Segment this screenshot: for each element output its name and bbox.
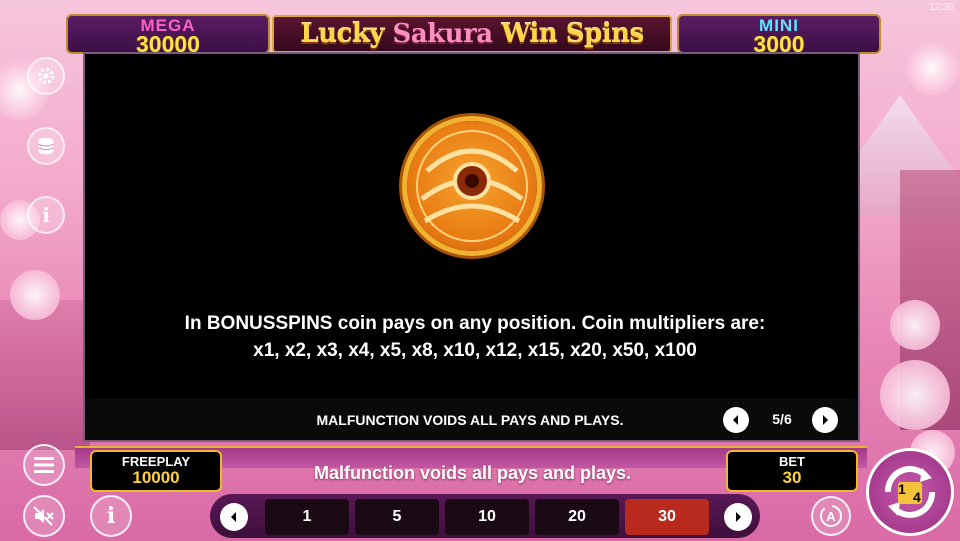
page-indicator: 5/6 [772,411,792,427]
bet-display: BET 30 [726,450,858,492]
bet-next-button[interactable] [724,503,752,531]
blossom-decoration [905,40,960,95]
footer-malfunction-text: Malfunction voids all pays and plays. [313,463,632,483]
autoplay-button[interactable]: A [811,496,851,536]
title-part3: Win Spins [492,19,644,49]
hamburger-icon [34,457,54,473]
bet-value: 30 [782,468,802,487]
description-line-2: x1, x2, x3, x4, x5, x8, x10, x12, x15, x… [253,340,697,361]
spin-digit-1: 1 [898,481,906,497]
status-clock: 12:30 [928,2,954,13]
autoplay-icon: A [820,505,842,527]
gear-icon [37,67,55,85]
prev-page-button[interactable] [723,407,749,433]
bet-label: BET [779,454,805,469]
blossom-decoration [880,360,950,430]
temple-decoration [0,300,90,450]
bet-prev-button[interactable] [220,503,248,531]
jackpot-mega-value: 30000 [136,31,200,57]
bet-option-30[interactable]: 30 [625,499,709,535]
coin-icon [407,121,537,251]
jackpot-mini-value: 3000 [753,31,805,57]
coins-stack-icon [38,137,54,155]
bet-option-1[interactable]: 1 [265,499,349,535]
game-title-logo: Lucky Sakura Win Spins [272,15,672,53]
next-page-button[interactable] [812,407,838,433]
info-button[interactable]: i [27,196,65,234]
balance-label: FREEPLAY [121,454,191,469]
chevron-left-icon [733,415,738,425]
paytable-button[interactable]: i [90,495,132,537]
title-part2: Sakura [392,19,494,49]
chevron-right-icon [823,415,828,425]
bet-history-button[interactable] [27,127,65,165]
spin-icon [885,466,935,518]
balance-value: 10000 [132,468,180,487]
spin-button[interactable]: 1 4 [866,448,954,536]
jackpot-mega: MEGA 30000 [66,14,270,57]
bet-option-20[interactable]: 20 [535,499,619,535]
balance-display: FREEPLAY 10000 [90,450,222,492]
info-icon: i [42,203,50,227]
jackpot-mini: MINI 3000 [677,14,881,57]
coin-description: In BONUSSPINS coin pays on any position.… [95,310,855,364]
svg-text:A: A [826,509,836,524]
info-icon: i [106,503,116,529]
paytable-malfunction-text: MALFUNCTION VOIDS ALL PAYS AND PLAYS. [316,412,624,428]
chevron-right-icon [736,512,741,522]
chevron-left-icon [231,512,236,522]
spin-digit-2: 4 [913,489,921,505]
blossom-decoration [890,300,940,350]
description-line-1: In BONUSSPINS coin pays on any position.… [184,313,766,334]
bet-option-5[interactable]: 5 [355,499,439,535]
menu-button[interactable] [23,444,65,486]
speaker-muted-icon [33,506,54,526]
sound-toggle-button[interactable] [23,495,65,537]
settings-button[interactable] [27,57,65,95]
bet-option-10[interactable]: 10 [445,499,529,535]
blossom-decoration [10,270,60,320]
title-part1: Lucky [300,19,393,49]
